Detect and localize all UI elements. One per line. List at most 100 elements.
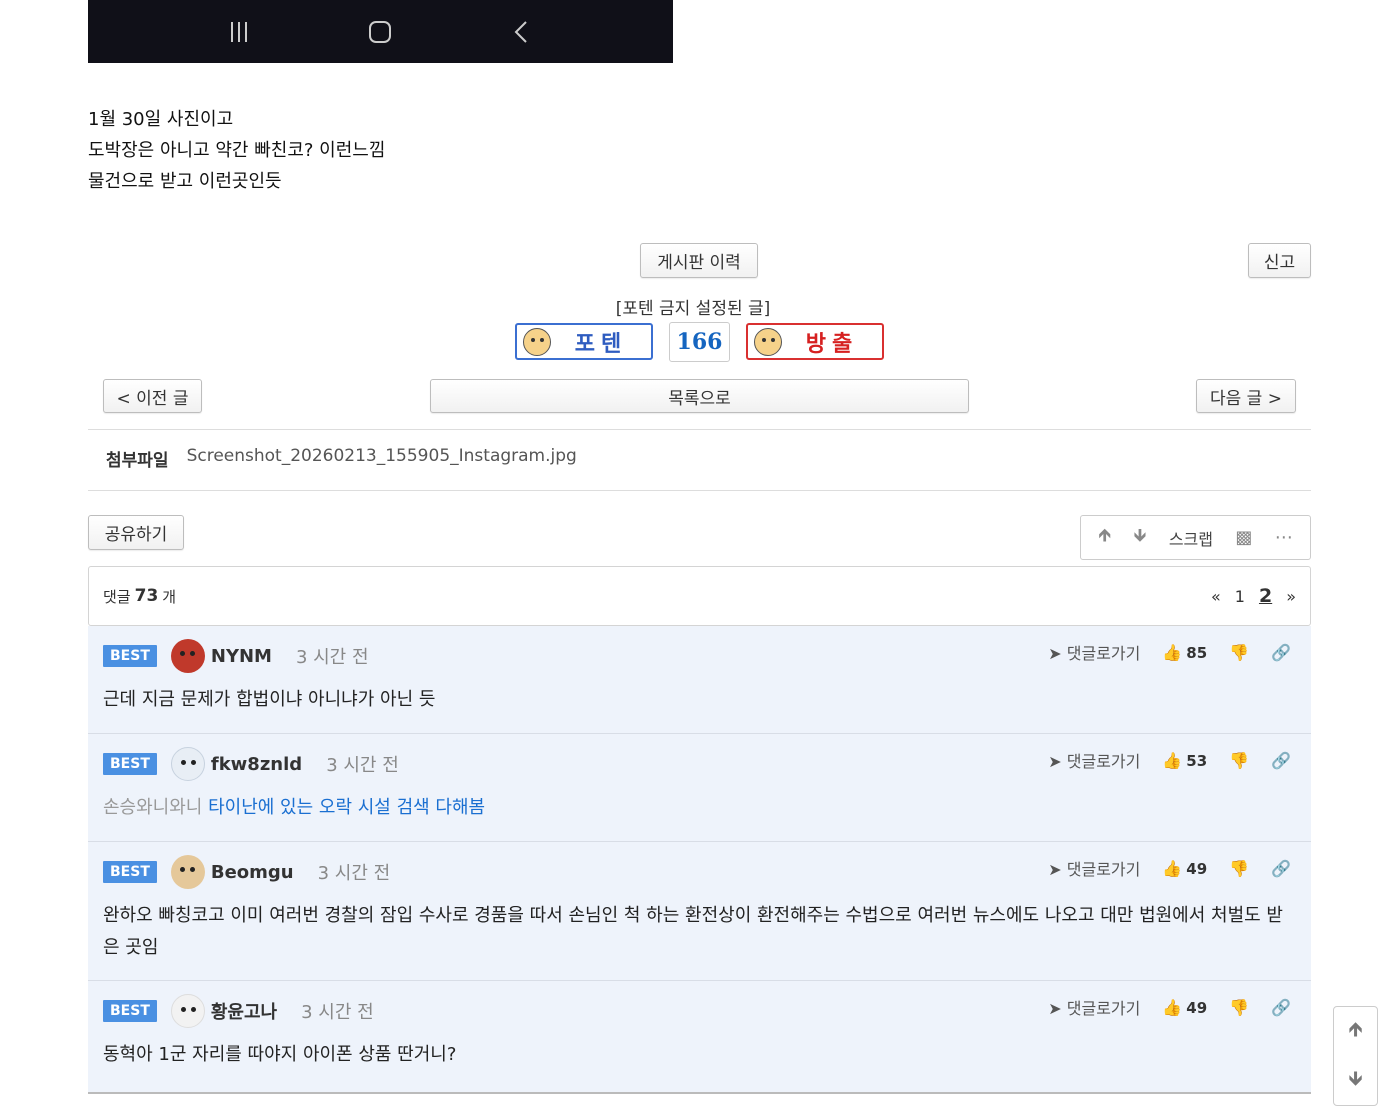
comment-item: BEST fkw8znld 3 시간 전 ➤ 댓글로가기 👍 53 👎 🔗 손승와… [88,734,1311,842]
comment-text: 완하오 빠칭코고 이미 여러번 경찰의 잠입 수사로 경품을 따서 손님인 척 … [103,905,1283,958]
like-count: 49 [1186,998,1208,1017]
divider [88,429,1311,430]
comment-item: BEST 황윤고나 3 시간 전 ➤ 댓글로가기 👍 49 👎 🔗 동혁아 1군 … [88,981,1311,1094]
comment-text: 손승와니와니 타이난에 있는 오락 시설 검색 다해봄 [88,784,1311,842]
comment-time: 3 시간 전 [301,1002,374,1023]
post-line: 1월 30일 사진이고 [88,109,234,130]
comment-actions: ➤ 댓글로가기 👍 49 👎 🔗 [1048,995,1291,1019]
arrow-up-icon[interactable]: 🡹 [1098,523,1111,553]
post-toolbox: 🡹 🡻 스크랩 ▩ ⋯ [1080,515,1311,560]
dislike-icon[interactable]: 👎 [1229,751,1249,770]
best-badge: BEST [103,645,157,667]
reply-target[interactable]: 손승와니와니 [103,797,202,818]
more-icon[interactable]: ⋯ [1275,527,1293,548]
attachment-row: 첨부파일 Screenshot_20260213_155905_Instagra… [106,446,577,471]
phone-nav-bar [88,0,673,63]
goto-comment-label: 댓글로가기 [1066,860,1141,879]
avatar[interactable] [170,994,205,1028]
like-count: 85 [1186,643,1208,662]
scrap-button[interactable]: 스크랩 [1169,526,1213,550]
like-button[interactable]: 👍 49 [1162,998,1207,1017]
thumbs-up-face-icon [523,327,551,356]
share-button[interactable]: 공유하기 [88,515,184,550]
comment-actions: ➤ 댓글로가기 👍 49 👎 🔗 [1048,856,1291,880]
comment-nick[interactable]: 황윤고나 [211,998,277,1024]
like-button[interactable]: 👍 85 [1162,643,1207,662]
poten-label: 포텐 [574,330,628,357]
comments-prefix: 댓글 [103,587,131,606]
best-badge: BEST [103,861,157,883]
like-button[interactable]: 👍 53 [1162,751,1207,770]
release-label: 방출 [805,330,859,357]
goto-comment-label: 댓글로가기 [1066,644,1141,663]
dislike-icon[interactable]: 👎 [1229,643,1249,662]
avatar[interactable] [170,855,205,889]
link-icon[interactable]: 🔗 [1271,751,1291,770]
comments-header: 댓글 73 개 « 1 2 » [88,566,1311,626]
scroll-top-icon[interactable]: 🡹 [1348,1015,1362,1049]
comment-highlight-text: 타이난에 있는 오락 시설 검색 다해봄 [208,797,486,818]
recent-apps-icon [230,21,247,42]
comments-count: 73 [134,586,159,606]
scroll-bottom-icon[interactable]: 🡻 [1348,1064,1362,1098]
comments-suffix: 개 [162,587,177,606]
goto-comment-label: 댓글로가기 [1066,999,1141,1018]
comment-actions: ➤ 댓글로가기 👍 53 👎 🔗 [1048,748,1291,772]
goto-comment-button[interactable]: ➤ 댓글로가기 [1048,640,1140,664]
pager-prev-icon[interactable]: « [1211,587,1221,606]
link-icon[interactable]: 🔗 [1271,859,1291,878]
like-button[interactable]: 👍 49 [1162,859,1207,878]
post-body: 1월 30일 사진이고 도박장은 아니고 약간 빠친코? 이런느낌 물건으로 받… [88,104,385,197]
attachment-link[interactable]: Screenshot_20260213_155905_Instagram.jpg [187,446,577,471]
scroll-nav: 🡹 🡻 [1333,1006,1378,1106]
pager-current-page[interactable]: 2 [1259,585,1272,607]
home-icon [369,20,392,43]
comment-text: 동혁아 1군 자리를 따야지 아이폰 상품 딴거니? [103,1044,457,1065]
poten-button[interactable]: 포텐 [515,323,653,360]
dislike-icon[interactable]: 👎 [1229,859,1249,878]
comment-nick[interactable]: fkw8znld [211,754,302,775]
goto-comment-label: 댓글로가기 [1066,752,1141,771]
link-icon[interactable]: 🔗 [1271,643,1291,662]
pager-page[interactable]: 1 [1235,587,1245,606]
comment-text: 근데 지금 문제가 합법이냐 아니냐가 아닌 듯 [103,689,436,710]
report-button[interactable]: 신고 [1248,243,1311,278]
avatar[interactable] [170,639,205,673]
comment-list: BEST NYNM 3 시간 전 ➤ 댓글로가기 👍 85 👎 🔗 근데 지금 문… [88,626,1311,1094]
goto-comment-button[interactable]: ➤ 댓글로가기 [1048,856,1140,880]
release-button[interactable]: 방출 [746,323,884,360]
comment-actions: ➤ 댓글로가기 👍 85 👎 🔗 [1048,640,1291,664]
comment-pager: « 1 2 » [1211,585,1296,607]
divider [88,490,1311,491]
link-icon[interactable]: 🔗 [1271,998,1291,1017]
avatar[interactable] [170,747,205,781]
stats-icon[interactable]: ▩ [1235,527,1252,548]
pager-next-icon[interactable]: » [1286,587,1296,606]
list-button[interactable]: 목록으로 [430,379,969,413]
back-icon [514,20,527,43]
post-line: 도박장은 아니고 약간 빠친코? 이런느낌 [88,140,386,161]
board-history-button[interactable]: 게시판 이력 [640,243,758,278]
goto-comment-button[interactable]: ➤ 댓글로가기 [1048,995,1140,1019]
comment-nick[interactable]: Beomgu [211,862,294,883]
attachment-label: 첨부파일 [106,451,169,471]
best-badge: BEST [103,753,157,775]
arrow-down-icon[interactable]: 🡻 [1134,523,1147,553]
post-line: 물건으로 받고 이런곳인듯 [88,171,282,192]
comment-time: 3 시간 전 [317,863,391,884]
like-count: 49 [1186,859,1208,878]
dislike-icon[interactable]: 👎 [1229,998,1249,1017]
comment-nick[interactable]: NYNM [211,646,272,667]
thumbs-down-face-icon [754,327,782,356]
best-badge: BEST [103,1000,157,1022]
comment-item: BEST Beomgu 3 시간 전 ➤ 댓글로가기 👍 49 👎 🔗 완하오 빠… [88,842,1311,981]
comment-time: 3 시간 전 [295,647,369,668]
poten-ban-notice: [포텐 금지 설정된 글] [615,299,771,319]
prev-post-button[interactable]: < 이전 글 [103,379,202,413]
next-post-button[interactable]: 다음 글 > [1196,379,1296,413]
comment-item: BEST NYNM 3 시간 전 ➤ 댓글로가기 👍 85 👎 🔗 근데 지금 문… [88,626,1311,734]
goto-comment-button[interactable]: ➤ 댓글로가기 [1048,748,1140,772]
like-count: 53 [1186,751,1208,770]
comment-time: 3 시간 전 [326,755,399,776]
vote-count: 166 [669,322,730,362]
